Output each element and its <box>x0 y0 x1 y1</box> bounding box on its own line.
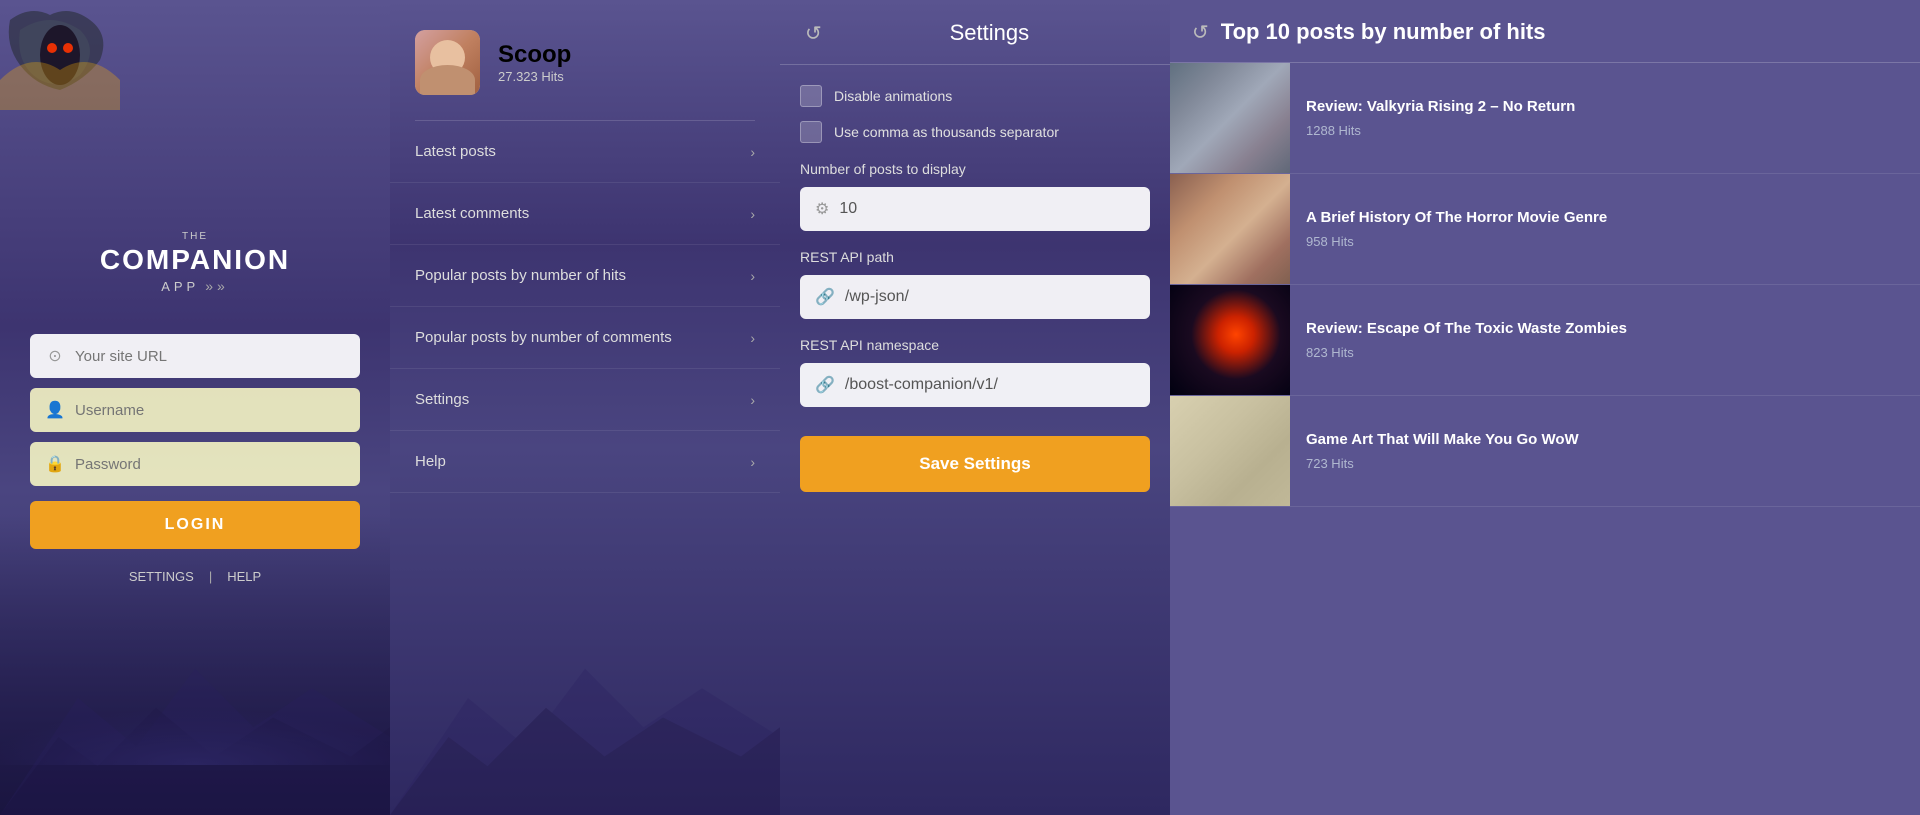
url-input-wrapper[interactable]: ⊙ <box>30 334 360 378</box>
menu-item-label: Settings <box>415 391 469 408</box>
post-item[interactable]: Game Art That Will Make You Go WoW 723 H… <box>1170 396 1920 507</box>
top-posts-back-icon[interactable]: ↺ <box>1192 20 1209 45</box>
settings-title: Settings <box>834 20 1145 46</box>
user-header: Scoop 27.323 Hits <box>390 0 780 120</box>
posts-list: Review: Valkyria Rising 2 – No Return 12… <box>1170 63 1920 815</box>
post-title: A Brief History Of The Horror Movie Genr… <box>1306 208 1607 228</box>
settings-header: ↺ Settings <box>780 0 1170 65</box>
rest-api-path-label: REST API path <box>800 249 1150 265</box>
top-posts-title: Top 10 posts by number of hits <box>1221 18 1546 47</box>
links-divider: | <box>209 569 212 584</box>
user-hits: 27.323 Hits <box>498 69 571 84</box>
username-input[interactable] <box>75 402 345 419</box>
menu-list: Latest posts›Latest comments›Popular pos… <box>390 121 780 815</box>
logo-app-text: APP <box>161 279 199 294</box>
chevron-right-icon: › <box>750 392 755 408</box>
logo: THE COMPANION APP »» <box>100 231 290 294</box>
password-input-wrapper[interactable]: 🔒 <box>30 442 360 486</box>
post-hits: 823 Hits <box>1306 345 1627 360</box>
checkbox-comma-separator-box[interactable] <box>800 121 822 143</box>
menu-item-settings[interactable]: Settings › <box>390 369 780 431</box>
settings-body: Disable animations Use comma as thousand… <box>780 65 1170 815</box>
login-panel: THE COMPANION APP »» ⊙ 👤 🔒 LOGIN SETTING… <box>0 0 390 815</box>
menu-item-latest-posts[interactable]: Latest posts › <box>390 121 780 183</box>
menu-item-latest-comments[interactable]: Latest comments › <box>390 183 780 245</box>
logo-the: THE <box>100 231 290 242</box>
settings-panel: ↺ Settings Disable animations Use comma … <box>780 0 1170 815</box>
post-item[interactable]: A Brief History Of The Horror Movie Genr… <box>1170 174 1920 285</box>
post-title: Review: Valkyria Rising 2 – No Return <box>1306 97 1575 117</box>
post-thumbnail <box>1170 63 1290 173</box>
post-item[interactable]: Review: Escape Of The Toxic Waste Zombie… <box>1170 285 1920 396</box>
post-info: A Brief History Of The Horror Movie Genr… <box>1290 174 1623 284</box>
gear-icon: ⚙ <box>815 199 829 219</box>
top-posts-panel: ↺ Top 10 posts by number of hits Review:… <box>1170 0 1920 815</box>
post-thumbnail <box>1170 396 1290 506</box>
globe-icon: ⊙ <box>45 346 65 366</box>
num-posts-input[interactable] <box>839 200 1135 218</box>
login-button[interactable]: LOGIN <box>30 501 360 549</box>
mountain-bg <box>0 620 390 815</box>
logo-arrows: »» <box>205 278 229 294</box>
user-info: Scoop 27.323 Hits <box>498 41 571 84</box>
password-input[interactable] <box>75 456 345 473</box>
chevron-right-icon: › <box>750 330 755 346</box>
username-input-wrapper[interactable]: 👤 <box>30 388 360 432</box>
chevron-right-icon: › <box>750 454 755 470</box>
logo-app: APP »» <box>100 278 290 294</box>
top-posts-header: ↺ Top 10 posts by number of hits <box>1170 0 1920 63</box>
save-settings-button[interactable]: Save Settings <box>800 436 1150 492</box>
post-hits: 958 Hits <box>1306 234 1607 249</box>
checkbox-comma-separator-label: Use comma as thousands separator <box>834 124 1059 140</box>
login-links: SETTINGS | HELP <box>129 569 261 584</box>
settings-link[interactable]: SETTINGS <box>129 569 194 584</box>
menu-item-label: Latest posts <box>415 143 496 160</box>
menu-item-label: Popular posts by number of comments <box>415 329 672 346</box>
rest-api-path-input[interactable] <box>845 288 1135 306</box>
post-info: Game Art That Will Make You Go WoW 723 H… <box>1290 396 1595 506</box>
num-posts-label: Number of posts to display <box>800 161 1150 177</box>
checkbox-disable-animations-label: Disable animations <box>834 88 952 104</box>
post-item[interactable]: Review: Valkyria Rising 2 – No Return 12… <box>1170 63 1920 174</box>
rest-api-namespace-label: REST API namespace <box>800 337 1150 353</box>
user-avatar <box>415 30 480 95</box>
post-title: Game Art That Will Make You Go WoW <box>1306 430 1579 450</box>
menu-panel: Scoop 27.323 Hits Latest posts›Latest co… <box>390 0 780 815</box>
menu-item-popular-comments[interactable]: Popular posts by number of comments › <box>390 307 780 369</box>
post-info: Review: Escape Of The Toxic Waste Zombie… <box>1290 285 1643 395</box>
menu-item-label: Help <box>415 453 446 470</box>
rest-api-path-input-wrapper[interactable]: 🔗 <box>800 275 1150 319</box>
link-icon-path: 🔗 <box>815 287 835 307</box>
logo-companion: COMPANION <box>100 244 290 276</box>
post-info: Review: Valkyria Rising 2 – No Return 12… <box>1290 63 1591 173</box>
menu-item-label: Latest comments <box>415 205 529 222</box>
lock-icon: 🔒 <box>45 454 65 474</box>
url-input[interactable] <box>75 348 345 365</box>
menu-item-label: Popular posts by number of hits <box>415 267 626 284</box>
checkbox-disable-animations[interactable]: Disable animations <box>800 85 1150 107</box>
settings-back-icon[interactable]: ↺ <box>805 21 822 46</box>
user-name: Scoop <box>498 41 571 69</box>
checkbox-disable-animations-box[interactable] <box>800 85 822 107</box>
link-icon-namespace: 🔗 <box>815 375 835 395</box>
post-title: Review: Escape Of The Toxic Waste Zombie… <box>1306 319 1627 339</box>
post-hits: 723 Hits <box>1306 456 1579 471</box>
menu-item-popular-hits[interactable]: Popular posts by number of hits › <box>390 245 780 307</box>
rest-api-namespace-input-wrapper[interactable]: 🔗 <box>800 363 1150 407</box>
login-form: ⊙ 👤 🔒 LOGIN <box>30 334 360 549</box>
chevron-right-icon: › <box>750 144 755 160</box>
avatar-image <box>415 30 480 95</box>
rest-api-namespace-input[interactable] <box>845 376 1135 394</box>
help-link[interactable]: HELP <box>227 569 261 584</box>
checkbox-comma-separator[interactable]: Use comma as thousands separator <box>800 121 1150 143</box>
post-thumbnail <box>1170 174 1290 284</box>
post-hits: 1288 Hits <box>1306 123 1575 138</box>
chevron-right-icon: › <box>750 206 755 222</box>
chevron-right-icon: › <box>750 268 755 284</box>
post-thumbnail <box>1170 285 1290 395</box>
num-posts-input-wrapper[interactable]: ⚙ <box>800 187 1150 231</box>
menu-item-help[interactable]: Help › <box>390 431 780 493</box>
user-icon: 👤 <box>45 400 65 420</box>
